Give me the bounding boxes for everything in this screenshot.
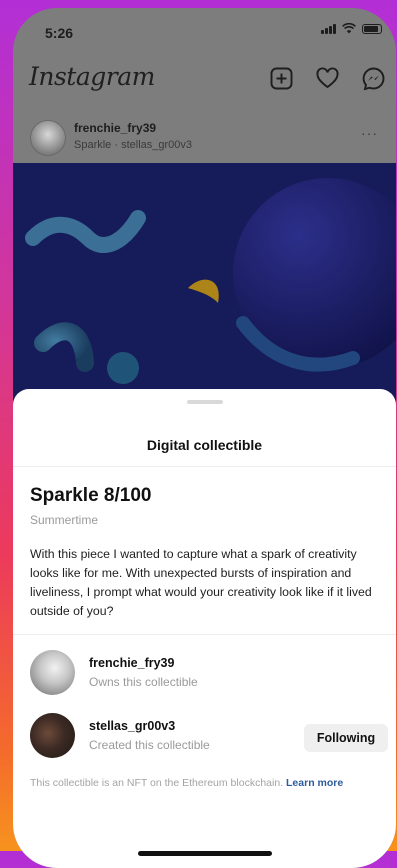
sheet-title: Digital collectible bbox=[146, 437, 263, 453]
status-time: 5:26 bbox=[45, 25, 74, 41]
phone-screen: 5:26 Instagram frenchie_fry39 Sparkle · … bbox=[13, 8, 396, 868]
learn-more-link[interactable]: Learn more bbox=[286, 777, 343, 789]
instagram-logo: Instagram bbox=[29, 62, 155, 91]
nft-artwork-image bbox=[13, 163, 396, 423]
footnote-text: This collectible is an NFT on the Ethere… bbox=[30, 777, 284, 789]
status-bar: 5:26 bbox=[13, 8, 396, 52]
nft-description: With this piece I wanted to capture what… bbox=[30, 547, 372, 618]
post-header: frenchie_fry39 Sparkle · stellas_gr00v3 … bbox=[13, 112, 396, 162]
creator-role: Created this collectible bbox=[89, 738, 210, 752]
post-username[interactable]: frenchie_fry39 bbox=[74, 121, 156, 135]
post-author-avatar[interactable] bbox=[30, 120, 66, 156]
owner-role: Owns this collectible bbox=[89, 675, 198, 689]
system-icons bbox=[321, 23, 382, 34]
heart-icon[interactable] bbox=[315, 66, 340, 91]
owner-avatar[interactable] bbox=[30, 650, 75, 695]
new-post-icon[interactable] bbox=[269, 66, 294, 91]
description-divider bbox=[13, 634, 396, 635]
nft-footnote: This collectible is an NFT on the Ethere… bbox=[30, 775, 385, 792]
messenger-icon[interactable] bbox=[361, 66, 386, 91]
collectible-bottom-sheet: Digital collectible Sparkle 8/100 Summer… bbox=[13, 389, 396, 868]
nft-collection-name: Summertime bbox=[30, 513, 99, 527]
creator-avatar[interactable] bbox=[30, 713, 75, 758]
creator-row[interactable]: stellas_gr00v3 Created this collectible … bbox=[30, 713, 388, 761]
cellular-signal-icon bbox=[321, 23, 336, 34]
app-header: Instagram bbox=[13, 58, 396, 98]
owner-row[interactable]: frenchie_fry39 Owns this collectible bbox=[30, 650, 384, 698]
following-button[interactable]: Following bbox=[304, 724, 388, 752]
more-options-icon[interactable]: ··· bbox=[361, 125, 378, 141]
header-actions bbox=[269, 66, 386, 91]
post-subtitle: Sparkle · stellas_gr00v3 bbox=[74, 139, 193, 151]
nft-name: Sparkle 8/100 bbox=[30, 485, 152, 506]
title-divider bbox=[13, 466, 396, 467]
sheet-drag-handle[interactable] bbox=[186, 400, 223, 404]
creator-username[interactable]: stellas_gr00v3 bbox=[89, 719, 175, 733]
wifi-icon bbox=[342, 23, 356, 34]
home-indicator[interactable] bbox=[137, 851, 272, 856]
owner-username[interactable]: frenchie_fry39 bbox=[89, 656, 174, 670]
battery-icon bbox=[362, 23, 382, 34]
